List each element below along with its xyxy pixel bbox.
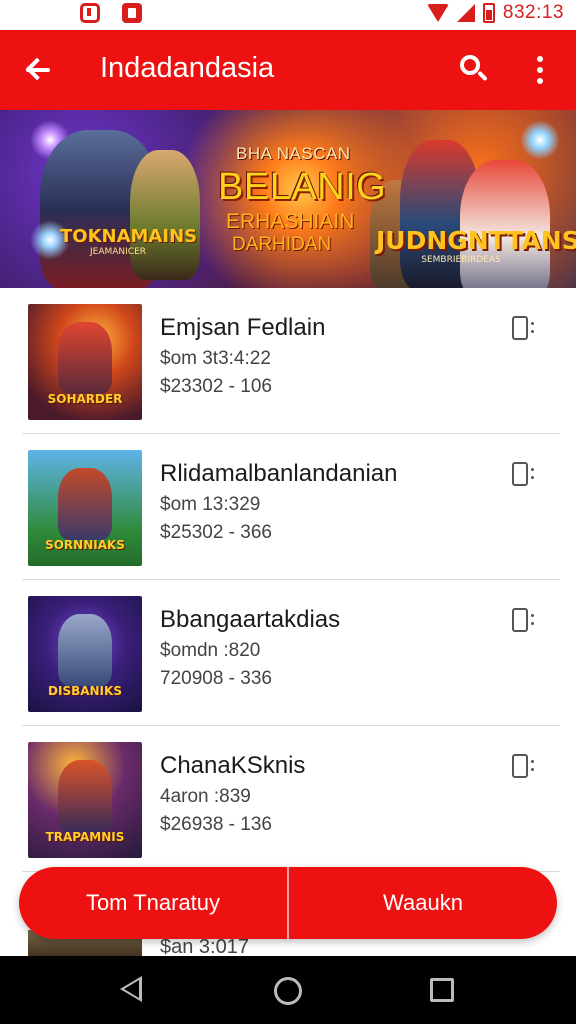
item-detail-2: $26938 - 136 bbox=[160, 814, 272, 835]
thumbnail-label: SORNNIAKS bbox=[45, 538, 125, 552]
banner-logo-left-sub: JEAMANICER bbox=[89, 247, 147, 257]
bookmark-icon-dot bbox=[531, 760, 534, 763]
banner-line-4: DARHIDAN bbox=[232, 234, 332, 255]
game-thumbnail: SORNNIAKS bbox=[28, 450, 142, 566]
system-nav-bar bbox=[0, 956, 576, 1024]
bookmark-icon-dot bbox=[531, 768, 534, 771]
item-detail-2: $23302 - 106 bbox=[160, 376, 272, 397]
thumbnail-character bbox=[58, 322, 112, 394]
banner-logo-left: TOKNAMAINS JEAMANICER bbox=[60, 226, 198, 276]
list-item[interactable]: SORNNIAKS Rlidamalbanlandanian $om 13:32… bbox=[22, 434, 560, 580]
app-title: Indadandasia bbox=[100, 52, 275, 84]
game-thumbnail: TRAPAMNIS bbox=[28, 742, 142, 858]
banner-logo-right: JUDNGNTTANS SEMBRIEBIRDEAS bbox=[376, 226, 576, 274]
item-title: Rlidamalbanlandanian bbox=[160, 460, 398, 487]
bookmark-icon[interactable] bbox=[512, 462, 534, 488]
bookmark-icon[interactable] bbox=[512, 754, 534, 780]
search-icon-handle bbox=[477, 70, 488, 82]
banner-logo-left-title: TOKNAMAINS bbox=[60, 226, 198, 247]
game-thumbnail: DISBANIKS bbox=[28, 596, 142, 712]
item-detail-1: $omdn :820 bbox=[160, 640, 261, 661]
item-detail-1: $om 3t3:4:22 bbox=[160, 348, 271, 369]
bottom-action-bar: Tom Tnaratuy Waaukn bbox=[19, 867, 557, 939]
banner-line-1: BHA NASCAN bbox=[236, 144, 351, 163]
bookmark-icon-box bbox=[512, 608, 528, 632]
thumbnail-label: TRAPAMNIS bbox=[45, 830, 125, 844]
wifi-icon bbox=[426, 4, 449, 22]
item-detail-1: 4aron :839 bbox=[160, 786, 251, 807]
bookmark-icon-box bbox=[512, 462, 528, 486]
thumbnail-character bbox=[58, 760, 112, 832]
banner-logo-right-sub: SEMBRIEBIRDEAS bbox=[421, 255, 501, 265]
back-button[interactable] bbox=[20, 50, 60, 90]
thumbnail-label: DISBANIKS bbox=[48, 684, 122, 698]
list-item[interactable]: TRAPAMNIS ChanaKSknis 4aron :839 $26938 … bbox=[22, 726, 560, 872]
item-title: Emjsan Fedlain bbox=[160, 314, 326, 341]
status-time: 832:13 bbox=[502, 2, 564, 23]
item-title: ChanaKSknis bbox=[160, 752, 306, 779]
thumbnail-label: SOHARDER bbox=[47, 392, 123, 406]
action-right-button[interactable]: Waaukn bbox=[289, 867, 557, 939]
promo-banner[interactable]: BHA NASCAN BELANIG ERHASHIAIN DARHIDAN T… bbox=[0, 110, 576, 288]
arrow-left-icon-head bbox=[25, 57, 49, 81]
item-detail-2: 720908 - 336 bbox=[160, 668, 272, 689]
status-left-icons bbox=[80, 3, 142, 23]
app-icon bbox=[122, 3, 142, 23]
bookmark-icon[interactable] bbox=[512, 608, 534, 634]
bookmark-icon-dot bbox=[531, 614, 534, 617]
banner-logo-right-title: JUDNGNTTANS bbox=[376, 226, 576, 255]
banner-headline: BELANIG bbox=[218, 166, 387, 208]
signal-icon bbox=[456, 4, 475, 22]
bookmark-icon-box bbox=[512, 316, 528, 340]
more-vert-icon bbox=[537, 56, 543, 62]
status-right: 832:13 bbox=[426, 2, 564, 24]
banner-line-3: ERHASHIAIN bbox=[226, 210, 355, 233]
status-bar: 832:13 bbox=[0, 0, 576, 30]
bookmark-icon-box bbox=[512, 754, 528, 778]
notification-icon bbox=[80, 3, 100, 23]
more-options-button[interactable] bbox=[528, 52, 552, 88]
more-vert-icon-dot bbox=[537, 67, 543, 73]
bookmark-icon-dot bbox=[531, 468, 534, 471]
game-thumbnail: SOHARDER bbox=[28, 304, 142, 420]
bookmark-icon-dot bbox=[531, 622, 534, 625]
nav-back-icon[interactable] bbox=[120, 976, 142, 1002]
bookmark-icon-dot bbox=[531, 476, 534, 479]
more-vert-icon-dot bbox=[537, 78, 543, 84]
item-title: Bbangaartakdias bbox=[160, 606, 341, 633]
battery-icon bbox=[482, 3, 495, 23]
sparkle-effect bbox=[520, 120, 560, 160]
action-left-button[interactable]: Tom Tnaratuy bbox=[19, 867, 287, 939]
item-detail-2: $25302 - 366 bbox=[160, 522, 272, 543]
nav-recents-icon[interactable] bbox=[430, 978, 454, 1002]
bookmark-icon[interactable] bbox=[512, 316, 534, 342]
list-item[interactable]: DISBANIKS Bbangaartakdias $omdn :820 720… bbox=[22, 580, 560, 726]
thumbnail-character bbox=[58, 614, 112, 686]
list-item[interactable]: SOHARDER Emjsan Fedlain $om 3t3:4:22 $23… bbox=[22, 288, 560, 434]
search-button[interactable] bbox=[456, 52, 492, 88]
item-detail-1: $om 13:329 bbox=[160, 494, 261, 515]
thumbnail-character bbox=[58, 468, 112, 540]
nav-home-icon[interactable] bbox=[274, 977, 302, 1005]
bookmark-icon-dot bbox=[531, 322, 534, 325]
bookmark-icon-dot bbox=[531, 330, 534, 333]
app-bar: Indadandasia bbox=[0, 30, 576, 110]
